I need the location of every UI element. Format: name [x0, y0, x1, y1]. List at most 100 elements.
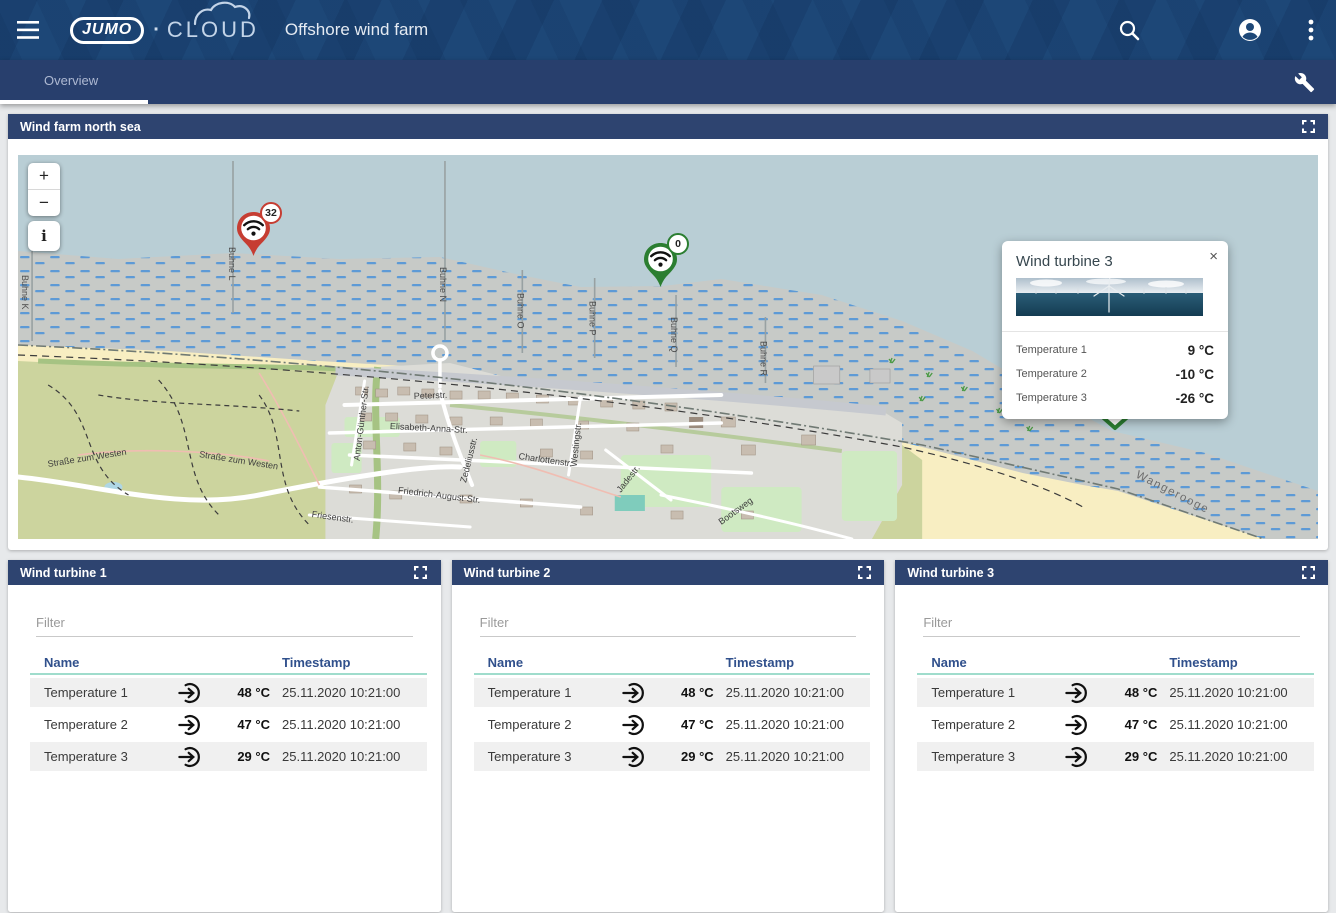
datapoint-value: 47 °C: [656, 717, 714, 732]
account-button[interactable]: [1230, 10, 1270, 50]
datapoint-name: Temperature 1: [931, 685, 1057, 700]
table-row[interactable]: Temperature 3 29 °C 25.11.2020 10:21:00: [917, 742, 1314, 771]
table-row[interactable]: Temperature 1 48 °C 25.11.2020 10:21:00: [30, 678, 427, 707]
column-header-timestamp: Timestamp: [714, 655, 871, 670]
table-row[interactable]: Temperature 1 48 °C 25.11.2020 10:21:00: [474, 678, 871, 707]
turbine-panels-row: Wind turbine 1 Name Timestamp: [8, 560, 1328, 912]
datapoint-timestamp: 25.11.2020 10:21:00: [1157, 749, 1314, 764]
popup-close-button[interactable]: ×: [1209, 248, 1218, 265]
panel-title: Wind turbine 2: [464, 566, 551, 580]
panel-title: Wind turbine 1: [20, 566, 107, 580]
popup-row: Temperature 1 9 °C: [1016, 338, 1214, 362]
map-marker-green[interactable]: 0: [642, 242, 679, 288]
popup-row: Temperature 3 -26 °C: [1016, 386, 1214, 410]
wrench-icon: [1294, 72, 1315, 93]
datapoint-name: Temperature 2: [488, 717, 614, 732]
marker-alarm-count-badge: 0: [667, 233, 689, 255]
datapoint-name: Temperature 3: [931, 749, 1057, 764]
datapoint-value: 47 °C: [1099, 717, 1157, 732]
menu-button[interactable]: [8, 10, 48, 50]
table-row[interactable]: Temperature 2 47 °C 25.11.2020 10:21:00: [474, 710, 871, 739]
fullscreen-icon: [414, 566, 427, 579]
kebab-menu-icon: [1308, 19, 1314, 41]
datapoint-name: Temperature 2: [931, 717, 1057, 732]
filter-input[interactable]: [923, 611, 1300, 637]
page-title: Offshore wind farm: [285, 20, 428, 40]
datapoint-table: Name Timestamp Temperature 1 48 °C 25.11…: [474, 651, 871, 771]
svg-text:Buhne P: Buhne P: [588, 301, 598, 336]
datapoint-value: 29 °C: [1099, 749, 1157, 764]
input-signal-icon: [1057, 744, 1099, 770]
datapoint-timestamp: 25.11.2020 10:21:00: [714, 685, 871, 700]
popup-row-label: Temperature 3: [1016, 392, 1176, 404]
svg-text:Buhne K: Buhne K: [20, 275, 30, 310]
fullscreen-icon: [1302, 566, 1315, 579]
marker-alarm-count-badge: 32: [260, 202, 282, 224]
fullscreen-icon: [858, 566, 871, 579]
panel-fullscreen-button[interactable]: [856, 565, 872, 581]
datapoint-value: 48 °C: [1099, 685, 1157, 700]
svg-text:Buhne R: Buhne R: [758, 341, 768, 376]
map-marker-red[interactable]: 32: [235, 211, 272, 257]
datapoint-timestamp: 25.11.2020 10:21:00: [270, 749, 427, 764]
datapoint-value: 29 °C: [656, 749, 714, 764]
column-header-timestamp: Timestamp: [1157, 655, 1314, 670]
table-row[interactable]: Temperature 2 47 °C 25.11.2020 10:21:00: [917, 710, 1314, 739]
more-options-button[interactable]: [1291, 10, 1331, 50]
datapoint-name: Temperature 2: [44, 717, 170, 732]
datapoint-timestamp: 25.11.2020 10:21:00: [270, 717, 427, 732]
topbar: JUMO · CLOUD Offshore wind farm: [0, 0, 1336, 60]
datapoint-value: 48 °C: [656, 685, 714, 700]
configure-button[interactable]: [1284, 62, 1324, 102]
table-row[interactable]: Temperature 3 29 °C 25.11.2020 10:21:00: [30, 742, 427, 771]
popup-row-value: -10 °C: [1176, 367, 1214, 382]
datapoint-table: Name Timestamp Temperature 1 48 °C 25.11…: [917, 651, 1314, 771]
datapoint-timestamp: 25.11.2020 10:21:00: [1157, 717, 1314, 732]
panel-title: Wind turbine 3: [907, 566, 994, 580]
input-signal-icon: [170, 744, 212, 770]
panel-wind-turbine-2: Wind turbine 2 Name Timestamp: [452, 560, 885, 912]
column-header-name: Name: [488, 655, 614, 670]
input-signal-icon: [1057, 680, 1099, 706]
search-button[interactable]: [1109, 10, 1149, 50]
popup-row-value: 9 °C: [1188, 343, 1214, 358]
panel-wind-turbine-1: Wind turbine 1 Name Timestamp: [8, 560, 441, 912]
map-info-button[interactable]: i: [28, 221, 60, 251]
map-fullscreen-button[interactable]: [1300, 119, 1316, 135]
table-header-row: Name Timestamp: [474, 651, 871, 675]
fullscreen-icon: [1302, 120, 1315, 133]
filter-input[interactable]: [480, 611, 857, 637]
column-header-name: Name: [931, 655, 1057, 670]
tab-overview[interactable]: Overview: [0, 60, 148, 104]
zoom-out-button[interactable]: −: [28, 190, 60, 216]
datapoint-timestamp: 25.11.2020 10:21:00: [270, 685, 427, 700]
jumo-logo: JUMO: [70, 17, 144, 44]
table-row[interactable]: Temperature 3 29 °C 25.11.2020 10:21:00: [474, 742, 871, 771]
panel-wind-turbine-3: Wind turbine 3 Name Timestamp: [895, 560, 1328, 912]
table-row[interactable]: Temperature 2 47 °C 25.11.2020 10:21:00: [30, 710, 427, 739]
map-widget: Wind farm north sea: [8, 114, 1328, 550]
panel-fullscreen-button[interactable]: [1300, 565, 1316, 581]
panel-fullscreen-button[interactable]: [413, 565, 429, 581]
panel-header: Wind turbine 1: [8, 560, 441, 585]
popup-row: Temperature 2 -10 °C: [1016, 362, 1214, 386]
map-canvas[interactable]: Buhne K Buhne L Buhne N Buhne O Buhne P …: [18, 155, 1318, 539]
table-row[interactable]: Temperature 1 48 °C 25.11.2020 10:21:00: [917, 678, 1314, 707]
logo-separator: ·: [153, 19, 160, 42]
map-zoom-control: + −: [28, 163, 60, 216]
svg-text:Buhne O: Buhne O: [515, 293, 525, 329]
filter-input[interactable]: [36, 611, 413, 637]
map-widget-title: Wind farm north sea: [20, 120, 141, 134]
input-signal-icon: [170, 712, 212, 738]
jumo-cloud-logo: JUMO · CLOUD: [70, 17, 259, 44]
input-signal-icon: [614, 712, 656, 738]
svg-text:Peterstr.: Peterstr.: [414, 390, 448, 401]
search-icon: [1119, 20, 1140, 41]
datapoint-timestamp: 25.11.2020 10:21:00: [714, 717, 871, 732]
tab-overview-label: Overview: [44, 73, 98, 88]
input-signal-icon: [1057, 712, 1099, 738]
column-header-timestamp: Timestamp: [270, 655, 427, 670]
zoom-in-button[interactable]: +: [28, 163, 60, 189]
datapoint-value: 48 °C: [212, 685, 270, 700]
panel-header: Wind turbine 2: [452, 560, 885, 585]
